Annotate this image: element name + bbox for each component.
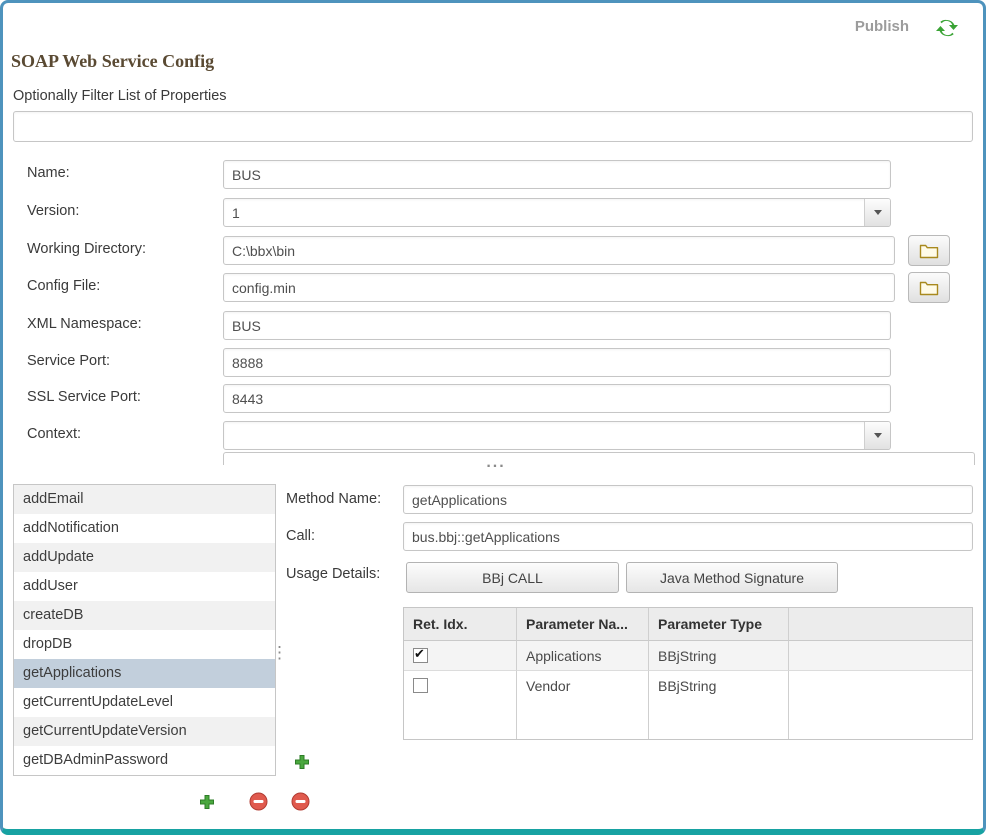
name-label: Name: [27,165,70,181]
list-item[interactable]: createDB [14,601,275,630]
form-row-working-directory: Working Directory: [3,236,986,265]
config-file-field[interactable] [223,273,895,302]
form-row-service-port: Service Port: [3,348,986,377]
list-item[interactable]: getApplications [14,659,275,688]
page-title: SOAP Web Service Config [11,51,214,72]
ret-idx-checkbox[interactable] [413,648,428,663]
call-field[interactable] [403,522,973,551]
filter-input[interactable] [13,111,973,142]
list-item[interactable]: getDBAdminPassword [14,746,275,775]
table-cell-type[interactable]: BBjString [649,641,789,671]
config-file-label: Config File: [27,278,100,294]
ret-idx-checkbox[interactable] [413,678,428,693]
list-item[interactable]: addUser [14,572,275,601]
bbj-call-button[interactable]: BBj CALL [406,562,619,593]
list-item[interactable]: getCurrentUpdateLevel [14,688,275,717]
version-combo[interactable] [223,198,891,227]
form-row-version: Version: [3,198,986,227]
version-label: Version: [27,203,79,219]
list-item[interactable]: getCurrentUpdateVersion [14,717,275,746]
version-input[interactable] [223,198,891,227]
list-item[interactable]: addEmail [14,485,275,514]
remove-method-button[interactable] [249,792,268,811]
browse-config-file-button[interactable] [908,272,950,303]
column-header-empty [789,608,972,641]
add-parameter-button[interactable] [294,754,310,770]
context-combo[interactable] [223,421,891,450]
form-row-ssl-service-port: SSL Service Port: [3,384,986,413]
method-name-label: Method Name: [286,491,381,507]
form-row-config-file: Config File: [3,273,986,302]
list-item[interactable]: dropDB [14,630,275,659]
splitter-dots: ... [478,454,513,471]
folder-icon [919,280,939,296]
minus-icon [249,792,268,811]
refresh-icon[interactable] [935,16,959,40]
context-label: Context: [27,426,81,442]
ssl-service-port-field[interactable] [223,384,891,413]
params-table: Ret. Idx. Parameter Na... Parameter Type… [403,607,973,740]
column-header-parameter-type: Parameter Type [649,608,789,641]
chevron-down-icon[interactable] [864,422,890,449]
vertical-splitter[interactable]: ⋮ [271,643,288,663]
table-cell-empty [789,641,972,671]
usage-details-label: Usage Details: [286,566,380,582]
remove-parameter-button[interactable] [291,792,310,811]
minus-icon [291,792,310,811]
publish-button[interactable]: Publish [855,18,909,35]
working-directory-label: Working Directory: [27,241,146,257]
filter-label: Optionally Filter List of Properties [13,88,227,104]
table-cell-empty [789,671,972,739]
method-name-field[interactable] [403,485,973,514]
form-row-context: Context: [3,421,986,450]
table-cell-checkbox [404,641,517,671]
horizontal-splitter[interactable]: ... [3,455,986,471]
methods-list[interactable]: addEmail addNotification addUpdate addUs… [13,484,276,776]
context-input[interactable] [223,421,891,450]
form-row-name: Name: [3,160,986,189]
soap-config-window: Publish SOAP Web Service Config Optional… [0,0,986,835]
name-field[interactable] [223,160,891,189]
ssl-service-port-label: SSL Service Port: [27,389,141,405]
browse-working-directory-button[interactable] [908,235,950,266]
folder-icon [919,243,939,259]
add-method-button[interactable] [199,794,215,810]
table-cell-name[interactable]: Vendor [517,671,649,739]
xml-namespace-field[interactable] [223,311,891,340]
call-label: Call: [286,528,315,544]
column-header-ret-idx: Ret. Idx. [404,608,517,641]
xml-namespace-label: XML Namespace: [27,316,142,332]
service-port-field[interactable] [223,348,891,377]
chevron-down-icon[interactable] [864,199,890,226]
dropdown-arrow-icon [874,433,882,438]
plus-icon [199,794,215,810]
java-method-signature-button[interactable]: Java Method Signature [626,562,838,593]
working-directory-field[interactable] [223,236,895,265]
dropdown-arrow-icon [874,210,882,215]
table-cell-type[interactable]: BBjString [649,671,789,739]
list-item[interactable]: addNotification [14,514,275,543]
form-row-xml-namespace: XML Namespace: [3,311,986,340]
table-cell-name[interactable]: Applications [517,641,649,671]
list-item[interactable]: addUpdate [14,543,275,572]
table-cell-checkbox [404,671,517,739]
plus-icon [294,754,310,770]
service-port-label: Service Port: [27,353,110,369]
column-header-parameter-name: Parameter Na... [517,608,649,641]
